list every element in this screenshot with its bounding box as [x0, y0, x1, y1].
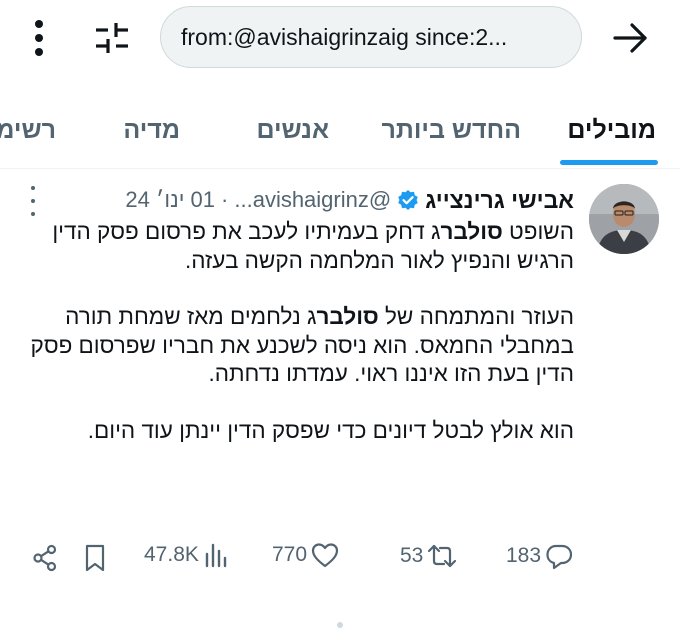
tab-latest[interactable]: החדש ביותר — [382, 98, 521, 162]
more-vertical-icon[interactable] — [24, 18, 54, 58]
reply-button[interactable]: 183 — [506, 542, 573, 570]
active-tab-indicator — [560, 160, 658, 165]
tweet-paragraph-1: השופט סולברג דחק בעמיתיו לעכב את פרסום פ… — [52, 219, 574, 273]
tweet-actions: 183 53 770 47.8K — [0, 540, 680, 576]
author-name[interactable]: אבישי גרינצייג — [425, 187, 574, 214]
tab-people[interactable]: אנשים — [256, 98, 329, 162]
bold-highlight: סולבר — [316, 304, 379, 329]
like-count: 770 — [272, 543, 308, 566]
bookmark-icon[interactable] — [84, 544, 106, 572]
like-button[interactable]: 770 — [272, 542, 339, 568]
share-icon[interactable] — [32, 544, 58, 572]
tweet-header: אבישי גרינצייג @avishaigrinz... · 01 ינו… — [30, 182, 574, 218]
tweet-paragraph-3: הוא אולץ לבטל דיונים כדי שפסק הדין יינתן… — [87, 417, 574, 443]
tabs-divider — [0, 168, 680, 169]
retweet-icon — [428, 544, 457, 568]
retweet-count: 53 — [400, 544, 424, 567]
search-tabs: מובילים החדש ביותר אנשים מדיה רשימ — [0, 98, 680, 168]
analytics-icon — [205, 543, 227, 568]
retweet-button[interactable]: 53 — [400, 542, 457, 570]
search-input[interactable]: from:@avishaigrinzaig since:2... — [160, 6, 582, 68]
author-handle[interactable]: @avishaigrinz... — [234, 187, 391, 213]
filter-sliders-icon[interactable] — [94, 20, 130, 56]
scroll-indicator-dot — [337, 622, 343, 628]
tab-media[interactable]: מדיה — [123, 98, 180, 162]
tweet-date[interactable]: 01 ינו׳ 24 — [125, 187, 215, 213]
bold-highlight: סולבר — [440, 219, 503, 244]
more-options-icon[interactable] — [28, 186, 38, 216]
arrow-right-icon[interactable] — [612, 22, 650, 54]
verified-badge-icon — [398, 190, 419, 210]
tab-top[interactable]: מובילים — [567, 98, 656, 162]
tweet-text: השופט סולברג דחק בעמיתיו לעכב את פרסום פ… — [26, 218, 574, 473]
header-separator: · — [221, 187, 229, 212]
reply-icon — [546, 544, 573, 570]
reply-count: 183 — [506, 544, 542, 567]
avatar[interactable] — [589, 184, 659, 254]
views-button[interactable]: 47.8K — [144, 542, 229, 568]
tweet-paragraph-2: העוזר והמתמחה של סולברג נלחמים מאז שמחת … — [30, 304, 574, 386]
view-count: 47.8K — [144, 543, 199, 566]
heart-icon — [311, 543, 339, 568]
search-top-bar: from:@avishaigrinzaig since:2... — [0, 0, 680, 80]
tab-lists[interactable]: רשימ — [0, 98, 56, 162]
